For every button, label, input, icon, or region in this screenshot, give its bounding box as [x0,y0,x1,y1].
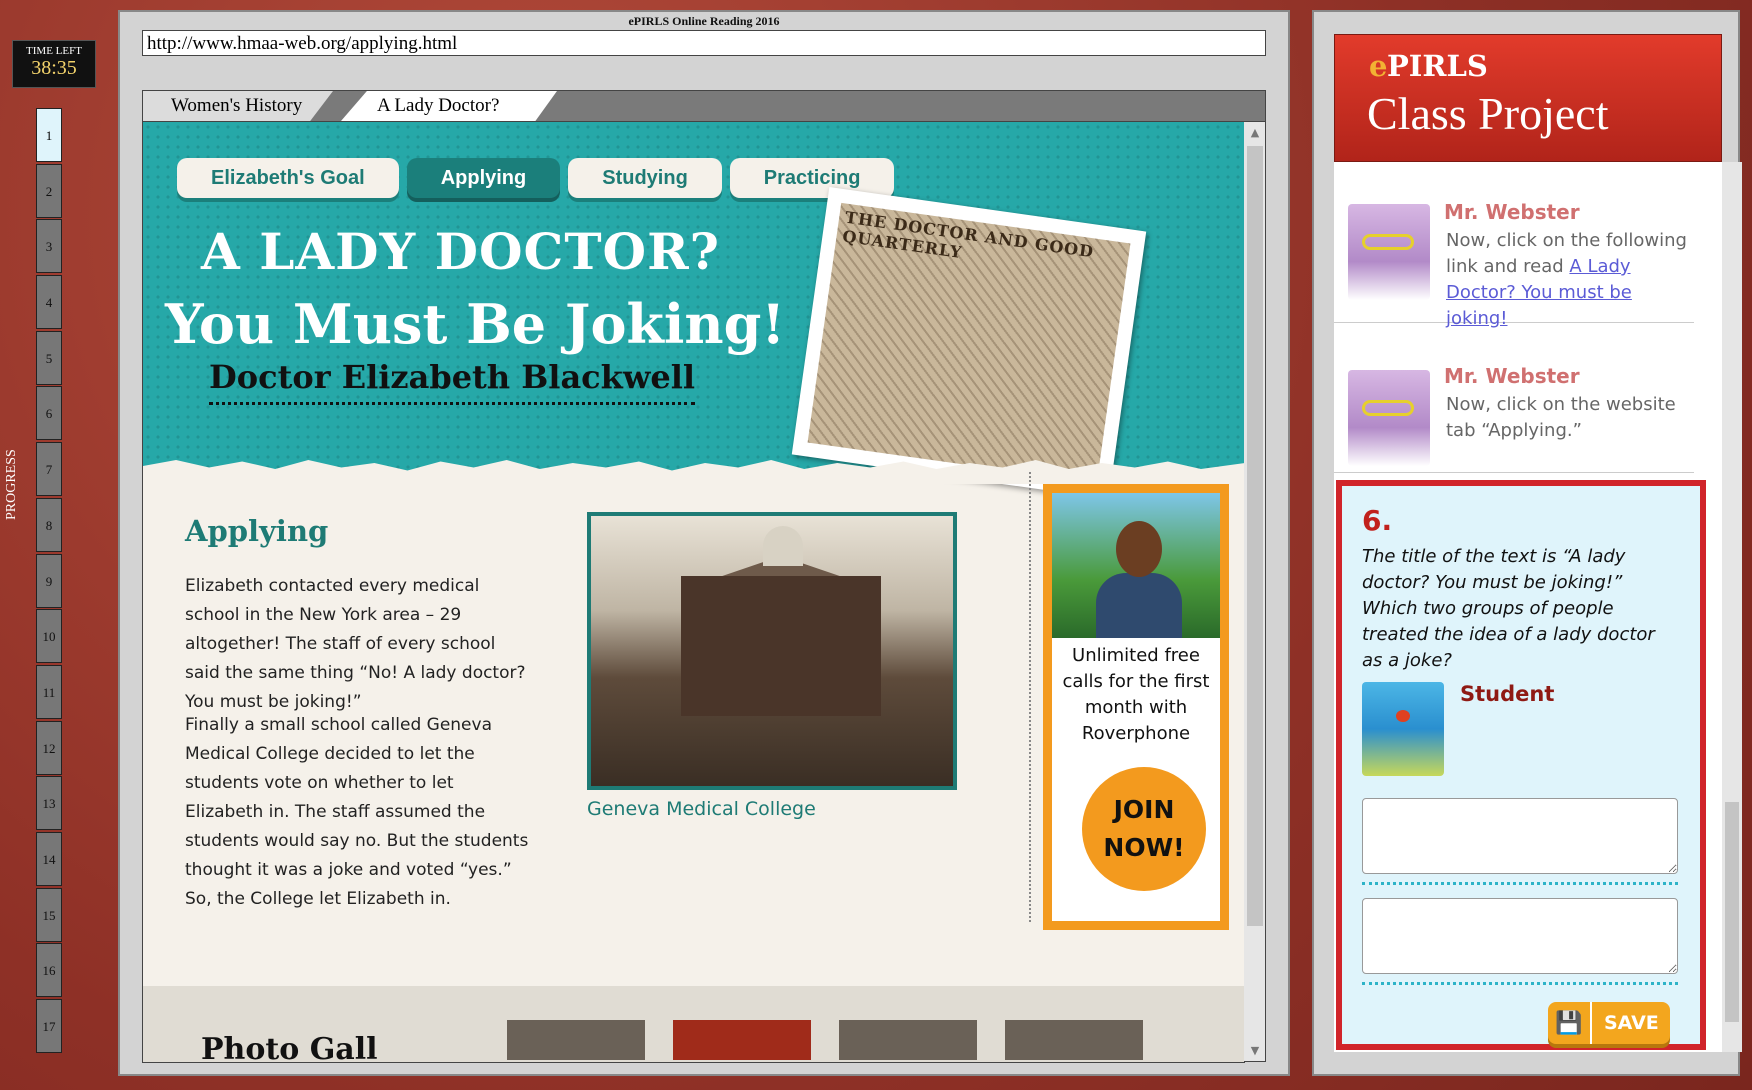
progress-step[interactable]: 10 [36,609,62,664]
progress-bar: 1 2 3 4 5 6 7 8 9 10 11 12 13 14 15 16 17 [36,108,64,1055]
gallery-title: Photo Gall [201,1032,378,1063]
photo-gallery: Photo Gall [143,986,1245,1063]
teacher-message: Mr. Webster Now, click on the following … [1334,162,1694,329]
class-project-header: e PIRLS Class Project [1334,34,1722,162]
join-now-button[interactable]: JOIN NOW! [1082,767,1206,891]
scroll-up-arrow-icon[interactable]: ▲ [1244,126,1266,139]
section-title: Applying [185,514,329,548]
photo-building [681,576,881,716]
message-sender: Mr. Webster [1444,200,1580,224]
tab-a-lady-doctor[interactable]: A Lady Doctor? [341,91,557,121]
web-scrollbar[interactable]: ▲ ▼ [1244,122,1266,1062]
progress-step[interactable]: 4 [36,275,62,330]
logo-pirls: PIRLS [1387,49,1488,83]
scroll-thumb[interactable] [1247,146,1263,926]
teacher-avatar [1348,370,1430,466]
save-button[interactable]: 💾 SAVE [1548,1002,1670,1044]
progress-step[interactable]: 9 [36,553,62,608]
save-disk-icon: 💾 [1548,1002,1592,1044]
progress-step[interactable]: 16 [36,943,62,998]
progress-step[interactable]: 12 [36,720,62,775]
nav-applying[interactable]: Applying [406,158,561,198]
glasses-icon [1362,234,1414,250]
progress-step[interactable]: 3 [36,219,62,274]
class-project-panel: e PIRLS Class Project Mr. Webster Now, c… [1312,10,1742,1076]
progress-step[interactable]: 7 [36,442,62,497]
time-left-value: 38:35 [31,57,77,79]
photo-dome [763,526,803,566]
message-text: Now, click on the website tab “Applying.… [1446,394,1676,441]
window-title: ePIRLS Online Reading 2016 [628,14,780,28]
chat-scroll-thumb[interactable] [1725,802,1739,1022]
ad-text: Unlimited free calls for the first month… [1062,645,1210,744]
paragraph-1: Elizabeth contacted every medical school… [185,576,526,712]
ad-person-face [1116,521,1162,577]
geneva-college-photo [587,512,957,790]
gallery-thumb[interactable] [1005,1020,1143,1060]
advertisement[interactable]: Unlimited free calls for the first month… [1043,484,1229,930]
browser-tab-strip: Women's History A Lady Doctor? [142,90,1266,122]
gallery-thumb[interactable] [673,1020,811,1060]
answer-field-2[interactable] [1362,898,1678,974]
progress-step[interactable]: 8 [36,497,62,552]
ad-photo [1052,493,1220,638]
question-card: 6. The title of the text is “A lady doct… [1336,480,1706,1050]
message-text: Now, click on the following link and rea… [1446,228,1696,332]
scroll-down-arrow-icon[interactable]: ▼ [1244,1044,1266,1057]
tab-womens-history[interactable]: Women's History [143,91,333,121]
ad-person-body [1096,573,1182,638]
hero-banner: Elizabeth's Goal Applying Studying Pract… [143,122,1245,499]
browser-window: ePIRLS Online Reading 2016 http://www.hm… [118,10,1290,1076]
logo-e: e [1369,49,1388,83]
headline-line1: A LADY DOCTOR? [201,222,720,281]
progress-step[interactable]: 11 [36,664,62,719]
headline-line2: You Must Be Joking! [165,292,786,356]
message-sender: Mr. Webster [1444,364,1580,388]
progress-step[interactable]: 17 [36,999,62,1053]
question-text: The title of the text is “A lady doctor?… [1362,546,1655,671]
progress-step[interactable]: 2 [36,163,62,218]
paragraph-2: Finally a small school called Geneva Med… [185,715,529,909]
photo-caption: Geneva Medical College [587,798,816,820]
magazine-cover-image: THE DOCTOR AND GOOD QUARTERLY [791,187,1147,499]
teacher-avatar [1348,204,1430,300]
progress-label: PROGRESS [4,449,19,520]
answer-field-1[interactable] [1362,798,1678,874]
progress-step[interactable]: 5 [36,330,62,385]
student-avatar [1362,682,1444,776]
nose-icon [1396,710,1410,722]
student-label: Student [1460,682,1555,706]
gallery-thumb[interactable] [839,1020,977,1060]
panel-title: Class Project [1367,88,1609,139]
web-content: Elizabeth's Goal Applying Studying Pract… [142,122,1245,1063]
nav-elizabeths-goal[interactable]: Elizabeth's Goal [177,158,399,198]
chat-scrollbar[interactable] [1722,162,1742,1052]
progress-step[interactable]: 14 [36,831,62,886]
address-bar: http://www.hmaa-web.org/applying.html [142,30,1266,56]
chat-area: Mr. Webster Now, click on the following … [1334,162,1722,1052]
progress-step[interactable]: 6 [36,386,62,441]
time-left-label: TIME LEFT [26,45,82,57]
time-left-display: TIME LEFT 38:35 [12,40,96,88]
glasses-icon [1362,400,1414,416]
progress-step[interactable]: 1 [36,108,62,162]
progress-step[interactable]: 15 [36,887,62,942]
dotted-separator [1362,982,1678,985]
question-number: 6. [1362,504,1393,537]
gallery-thumb[interactable] [507,1020,645,1060]
subheadline: Doctor Elizabeth Blackwell [209,358,696,405]
site-nav: Elizabeth's Goal Applying Studying Pract… [177,158,895,198]
message-text-lead: Now, click on the following link and rea… [1446,230,1687,277]
dotted-separator [1362,882,1678,885]
teacher-message: Mr. Webster Now, click on the website ta… [1334,322,1694,473]
nav-studying[interactable]: Studying [568,158,722,198]
save-label: SAVE [1604,1012,1659,1034]
progress-step[interactable]: 13 [36,776,62,831]
column-divider [1029,472,1031,922]
